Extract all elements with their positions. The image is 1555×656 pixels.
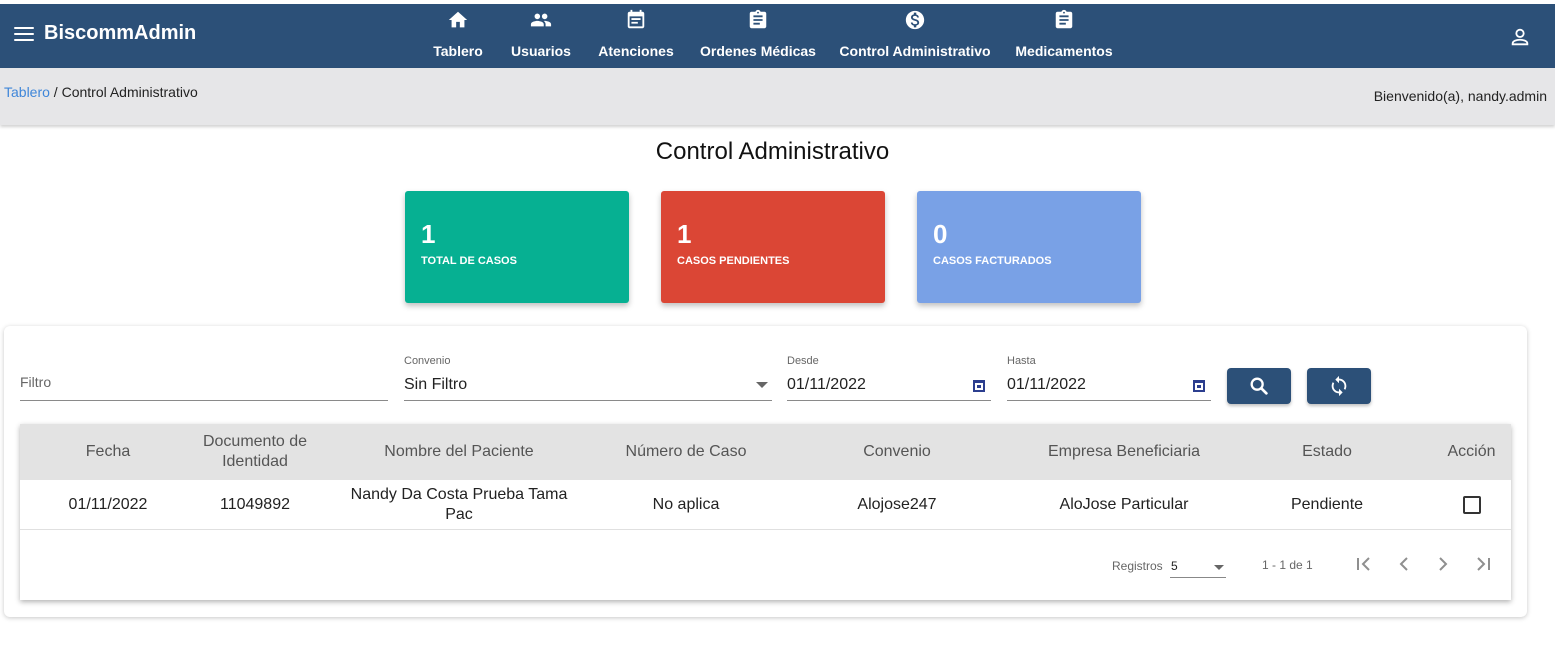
welcome-text: Bienvenido(a), nandy.admin bbox=[1373, 88, 1547, 104]
card-label: CASOS FACTURADOS bbox=[933, 255, 1052, 267]
clipboard-icon bbox=[1055, 9, 1073, 29]
page-size-select[interactable]: 5 bbox=[1170, 554, 1226, 578]
home-icon bbox=[448, 11, 468, 28]
table-header: Fecha Documento de Identidad Nombre del … bbox=[20, 424, 1511, 480]
nav-label: Control Administrativo bbox=[839, 43, 991, 59]
column-header[interactable]: Fecha bbox=[20, 424, 196, 480]
card-casos-facturados: 0 CASOS FACTURADOS bbox=[917, 191, 1141, 303]
row-checkbox[interactable] bbox=[1462, 496, 1481, 514]
nav-label: Tablero bbox=[433, 43, 483, 59]
card-value: 1 bbox=[677, 219, 692, 249]
cell-caso: No aplica bbox=[652, 496, 720, 513]
column-header[interactable]: Empresa Beneficiaria bbox=[1026, 424, 1222, 480]
chevron-down-icon bbox=[1214, 565, 1224, 570]
hasta-label: Hasta bbox=[1007, 355, 1036, 367]
paginator: Registros 5 1 - 1 de 1 bbox=[20, 530, 1511, 600]
desde-label: Desde bbox=[787, 355, 819, 367]
nav-label: Medicamentos bbox=[1015, 43, 1113, 59]
refresh-icon bbox=[1331, 375, 1347, 397]
card-label: CASOS PENDIENTES bbox=[677, 255, 790, 267]
nav-control-administrativo[interactable]: Control Administrativo bbox=[839, 4, 991, 68]
last-page-button[interactable] bbox=[1471, 552, 1495, 576]
app-title: BiscommAdmin bbox=[44, 22, 197, 44]
first-page-button[interactable] bbox=[1352, 552, 1376, 576]
column-header[interactable]: Nombre del Paciente bbox=[314, 424, 604, 480]
nav-label: Atenciones bbox=[598, 43, 674, 59]
refresh-button[interactable] bbox=[1307, 368, 1371, 404]
card-casos-pendientes: 1 CASOS PENDIENTES bbox=[661, 191, 885, 303]
hasta-date-field[interactable]: Hasta 01/11/2022 bbox=[1007, 355, 1211, 401]
next-page-button[interactable] bbox=[1431, 552, 1455, 576]
account-icon[interactable] bbox=[1509, 26, 1531, 48]
filter-placeholder: Filtro bbox=[20, 374, 52, 390]
search-button[interactable] bbox=[1227, 368, 1291, 404]
clipboard-icon bbox=[749, 9, 767, 29]
first-page-icon bbox=[1357, 557, 1370, 571]
nav-tablero[interactable]: Tablero bbox=[433, 4, 483, 68]
card-label: TOTAL DE CASOS bbox=[421, 255, 517, 267]
table-row: 01/11/2022 11049892 Nandy Da Costa Prueb… bbox=[20, 480, 1511, 530]
nav-ordenes-medicas[interactable]: Ordenes Médicas bbox=[700, 4, 816, 68]
hasta-value: 01/11/2022 bbox=[1007, 376, 1086, 393]
top-app-bar: BiscommAdmin Tablero Usuarios Atenciones… bbox=[0, 4, 1555, 68]
card-value: 1 bbox=[421, 219, 436, 249]
last-page-icon bbox=[1477, 557, 1490, 571]
column-header[interactable]: Número de Caso bbox=[604, 424, 768, 480]
chevron-down-icon bbox=[756, 382, 768, 388]
search-icon bbox=[1250, 377, 1268, 395]
breadcrumb-home-link[interactable]: Tablero bbox=[4, 84, 50, 100]
breadcrumb-current: Control Administrativo bbox=[61, 84, 198, 100]
results-panel: Filtro Convenio Sin Filtro Desde 01/11/2… bbox=[4, 326, 1527, 617]
nav-label: Ordenes Médicas bbox=[700, 43, 816, 59]
desde-date-field[interactable]: Desde 01/11/2022 bbox=[787, 355, 991, 401]
breadcrumb: Tablero / Control Administrativo bbox=[4, 84, 198, 100]
breadcrumb-separator: / bbox=[49, 84, 62, 100]
card-value: 0 bbox=[933, 219, 948, 249]
convenio-value: Sin Filtro bbox=[404, 376, 468, 393]
column-header[interactable]: Estado bbox=[1222, 424, 1432, 480]
calendar-icon bbox=[627, 9, 645, 29]
column-header: Acción bbox=[1447, 443, 1496, 460]
chevron-left-icon bbox=[1399, 557, 1408, 571]
people-icon bbox=[530, 13, 552, 27]
column-header[interactable]: Documento de Identidad bbox=[196, 424, 314, 480]
brand: BiscommAdmin bbox=[14, 22, 196, 45]
cell-accion bbox=[1432, 480, 1511, 530]
convenio-label: Convenio bbox=[404, 355, 451, 367]
calendar-icon[interactable] bbox=[973, 380, 985, 392]
card-total-casos: 1 TOTAL DE CASOS bbox=[405, 191, 629, 303]
desde-value: 01/11/2022 bbox=[787, 376, 866, 393]
page-title: Control Administrativo bbox=[655, 138, 890, 165]
chevron-right-icon bbox=[1439, 557, 1448, 571]
filter-input[interactable]: Filtro bbox=[20, 371, 388, 401]
column-header[interactable]: Convenio bbox=[768, 424, 1026, 480]
nav-usuarios[interactable]: Usuarios bbox=[511, 4, 571, 68]
calendar-icon[interactable] bbox=[1193, 380, 1205, 392]
cell-nombre: Nandy Da Costa Prueba Tama Pac bbox=[350, 486, 568, 523]
nav-label: Usuarios bbox=[511, 43, 571, 59]
cell-estado: Pendiente bbox=[1290, 496, 1364, 513]
page-size-value: 5 bbox=[1171, 559, 1178, 573]
page-range: 1 - 1 de 1 bbox=[1262, 558, 1313, 572]
nav-medicamentos[interactable]: Medicamentos bbox=[1015, 4, 1113, 68]
page-size-label: Registros bbox=[1112, 559, 1163, 573]
previous-page-button[interactable] bbox=[1392, 552, 1416, 576]
cell-empresa: AloJose Particular bbox=[1059, 496, 1189, 513]
dollar-icon bbox=[905, 10, 925, 30]
menu-icon[interactable] bbox=[14, 26, 34, 41]
convenio-select[interactable]: Convenio Sin Filtro bbox=[404, 355, 772, 401]
breadcrumb-bar: Tablero / Control Administrativo Bienven… bbox=[0, 68, 1555, 125]
cell-fecha: 01/11/2022 bbox=[68, 496, 148, 513]
cell-documento: 11049892 bbox=[220, 496, 290, 513]
nav-atenciones[interactable]: Atenciones bbox=[598, 4, 674, 68]
cell-convenio: Alojose247 bbox=[857, 496, 937, 513]
cases-table: Fecha Documento de Identidad Nombre del … bbox=[20, 424, 1511, 600]
